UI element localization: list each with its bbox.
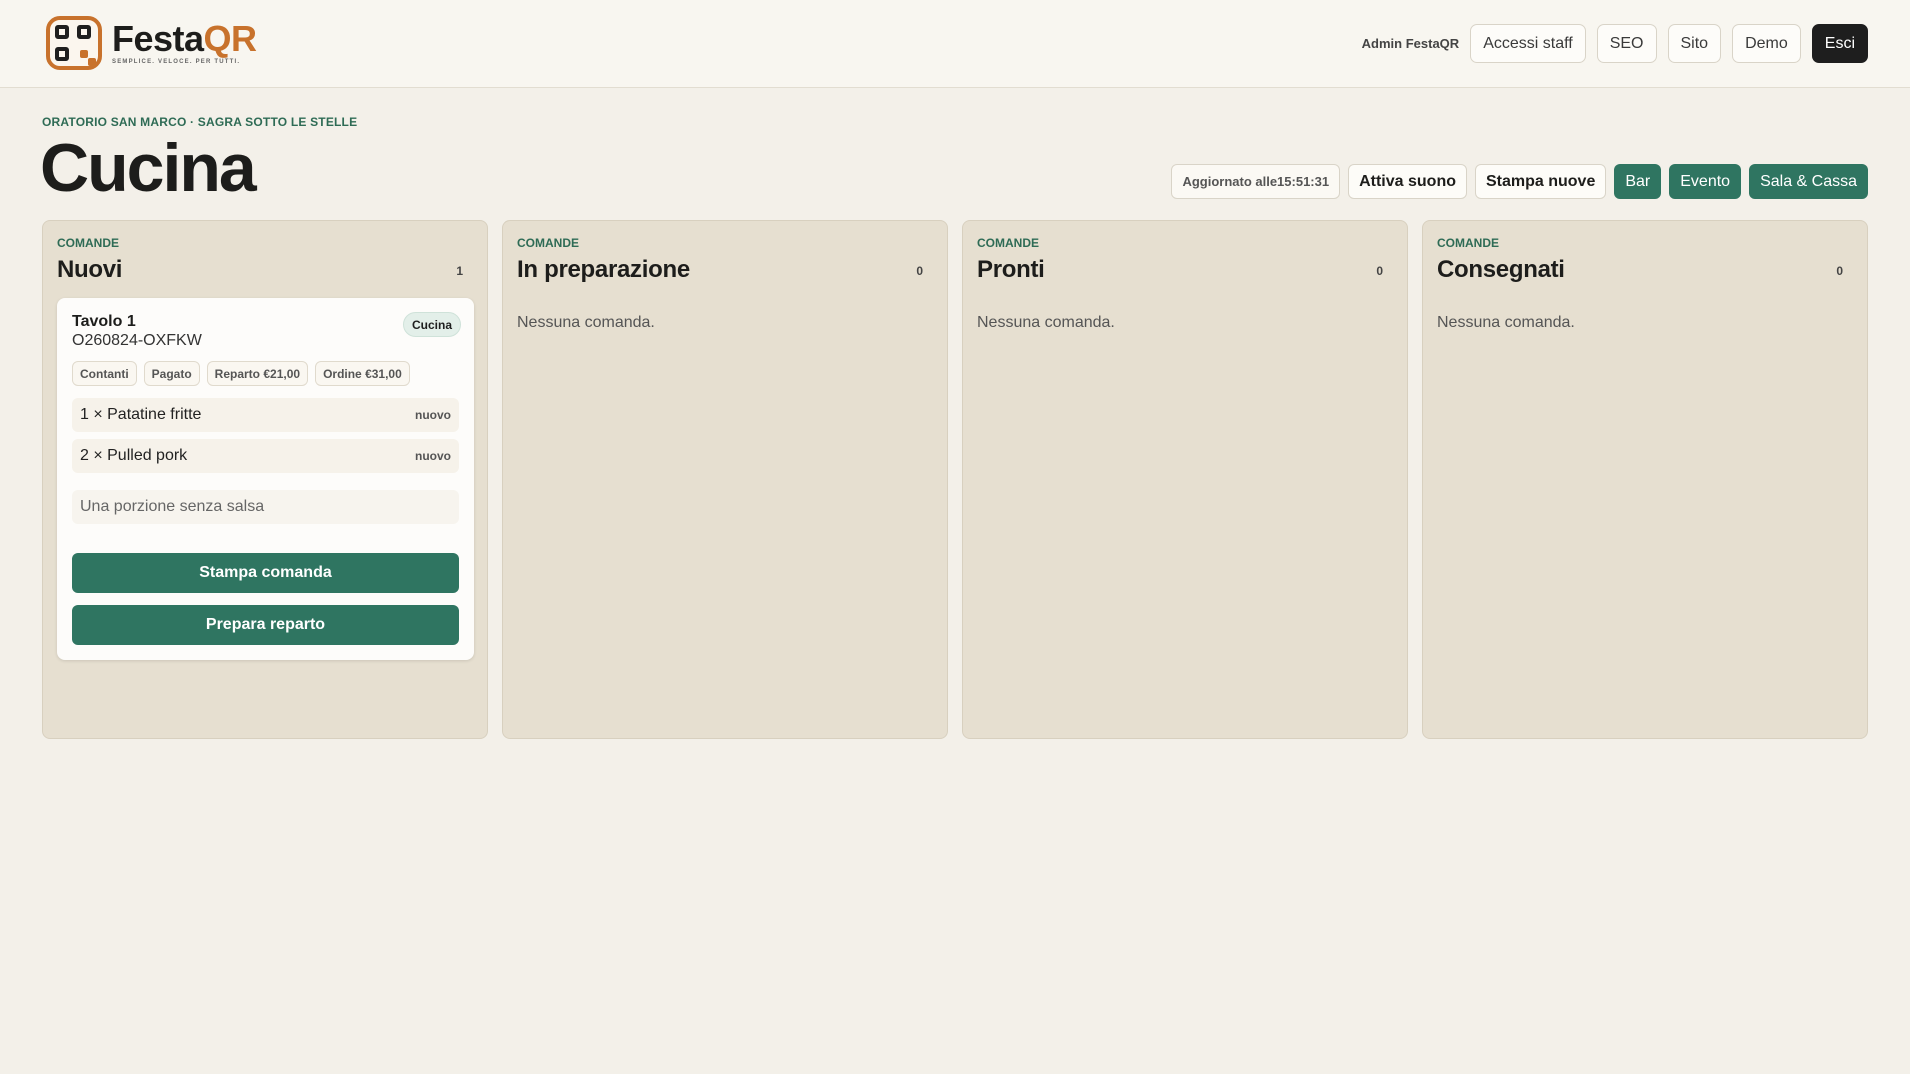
print-order-button[interactable]: Stampa comanda [72,553,459,593]
order-item: 2 × Pulled pork nuovo [72,439,459,473]
qr-logo-icon [46,16,102,70]
column-count: 0 [1836,264,1843,278]
event-button[interactable]: Evento [1669,164,1742,199]
order-item-status: nuovo [415,449,451,463]
print-new-button[interactable]: Stampa nuove [1474,164,1607,199]
department-badge: Cucina [402,312,461,337]
order-total-tag: Ordine €31,00 [315,361,410,386]
enable-sound-button[interactable]: Attiva suono [1348,164,1467,199]
festaqr-logo[interactable]: FestaQR SEMPLICE. VELOCE. PER TUTTI. [46,16,257,70]
empty-state-text: Nessuna comanda. [977,314,1115,331]
column-title: Consegnati [1437,256,1565,283]
column-count: 0 [1376,264,1383,278]
logout-button[interactable]: Esci [1811,24,1868,63]
staff-access-button[interactable]: Accessi staff [1470,24,1586,63]
hall-cashier-button[interactable]: Sala & Cassa [1749,164,1868,199]
prepare-department-button[interactable]: Prepara reparto [72,605,459,645]
order-item-status: nuovo [415,408,451,422]
order-item: 1 × Patatine fritte nuovo [72,398,459,432]
empty-state-text: Nessuna comanda. [517,314,655,331]
order-item-label: 2 × Pulled pork [80,447,188,464]
logo-tagline: SEMPLICE. VELOCE. PER TUTTI. [112,59,241,65]
logo-name: FestaQR [112,18,257,59]
column-eyebrow: COMANDE [517,236,579,250]
order-table: Tavolo 1 [72,313,136,330]
bar-station-button[interactable]: Bar [1614,164,1662,199]
column-count: 1 [456,264,463,278]
page-title: Cucina [40,130,257,206]
column-eyebrow: COMANDE [977,236,1039,250]
payment-status-tag: Pagato [143,361,200,386]
order-code: O260824-OXFKW [72,332,202,349]
station-toolbar: Aggiornato alle15:51:31 Attiva suono Sta… [1171,164,1868,199]
order-card[interactable]: Tavolo 1 O260824-OXFKW Cucina Contanti P… [57,298,474,660]
seo-button[interactable]: SEO [1596,24,1657,63]
order-item-label: 1 × Patatine fritte [80,406,202,423]
admin-label: Admin FestaQR [1361,36,1460,51]
top-bar: FestaQR SEMPLICE. VELOCE. PER TUTTI. Adm… [0,0,1910,88]
order-tags: Contanti Pagato Reparto €21,00 Ordine €3… [72,361,410,386]
payment-method-tag: Contanti [72,361,137,386]
orders-board: COMANDE Nuovi 1 Tavolo 1 O260824-OXFKW C… [42,220,1868,739]
department-total-tag: Reparto €21,00 [206,361,309,386]
order-note: Una porzione senza salsa [72,490,459,524]
column-title: Pronti [977,256,1045,283]
column-new: COMANDE Nuovi 1 Tavolo 1 O260824-OXFKW C… [42,220,488,739]
last-updated-chip: Aggiornato alle15:51:31 [1171,164,1341,199]
column-delivered: COMANDE Consegnati 0 Nessuna comanda. [1422,220,1868,739]
column-eyebrow: COMANDE [1437,236,1499,250]
demo-button[interactable]: Demo [1732,24,1801,63]
column-ready: COMANDE Pronti 0 Nessuna comanda. [962,220,1408,739]
column-eyebrow: COMANDE [57,236,119,250]
event-eyebrow: ORATORIO SAN MARCO · SAGRA SOTTO LE STEL… [42,115,358,129]
site-button[interactable]: Sito [1667,24,1722,63]
column-count: 0 [916,264,923,278]
column-title: Nuovi [57,256,123,283]
column-title: In preparazione [517,256,690,283]
empty-state-text: Nessuna comanda. [1437,314,1575,331]
column-in-preparation: COMANDE In preparazione 0 Nessuna comand… [502,220,948,739]
top-nav: Admin FestaQR Accessi staff SEO Sito Dem… [1362,24,1868,63]
